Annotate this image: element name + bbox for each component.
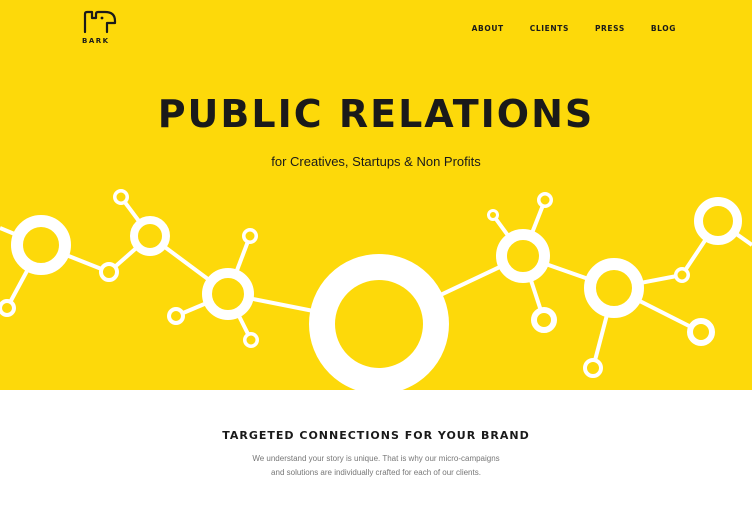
- network-node: [167, 307, 185, 325]
- bark-logo[interactable]: BARK: [82, 10, 122, 50]
- network-illustration: [0, 189, 752, 390]
- network-node: [202, 268, 254, 320]
- nav-item-clients[interactable]: CLIENTS: [530, 24, 569, 33]
- network-node: [694, 197, 742, 245]
- hero-subtitle: for Creatives, Startups & Non Profits: [271, 154, 481, 169]
- network-node: [309, 254, 449, 390]
- nav-item-press[interactable]: PRESS: [595, 24, 625, 33]
- network-node: [583, 358, 603, 378]
- network-node: [487, 209, 499, 221]
- section-body-line: and solutions are individually crafted f…: [271, 468, 481, 477]
- section-title: TARGETED CONNECTIONS FOR YOUR BRAND: [222, 429, 530, 442]
- network-node: [687, 318, 715, 346]
- dog-head-icon: [83, 10, 117, 34]
- network-node: [99, 262, 119, 282]
- network-node: [584, 258, 644, 318]
- hero-section: BARK ABOUT CLIENTS PRESS BLOG PUBLIC REL…: [0, 0, 752, 390]
- section-body-line: We understand your story is unique. That…: [252, 454, 500, 463]
- nav-item-about[interactable]: ABOUT: [472, 24, 504, 33]
- network-node: [674, 267, 690, 283]
- main-nav: ABOUT CLIENTS PRESS BLOG: [446, 24, 676, 33]
- logo-text: BARK: [82, 37, 110, 45]
- network-node: [243, 332, 259, 348]
- page: BARK ABOUT CLIENTS PRESS BLOG PUBLIC REL…: [0, 0, 752, 515]
- section-body: We understand your story is unique. That…: [0, 452, 752, 480]
- nav-item-blog[interactable]: BLOG: [651, 24, 676, 33]
- network-node: [531, 307, 557, 333]
- network-node: [496, 229, 550, 283]
- hero-title: PUBLIC RELATIONS: [157, 92, 595, 136]
- network-node: [11, 215, 71, 275]
- network-node: [113, 189, 129, 205]
- network-node: [537, 192, 553, 208]
- network-node: [130, 216, 170, 256]
- network-node: [242, 228, 258, 244]
- network-node: [0, 299, 16, 317]
- connections-section: TARGETED CONNECTIONS FOR YOUR BRAND We u…: [0, 390, 752, 515]
